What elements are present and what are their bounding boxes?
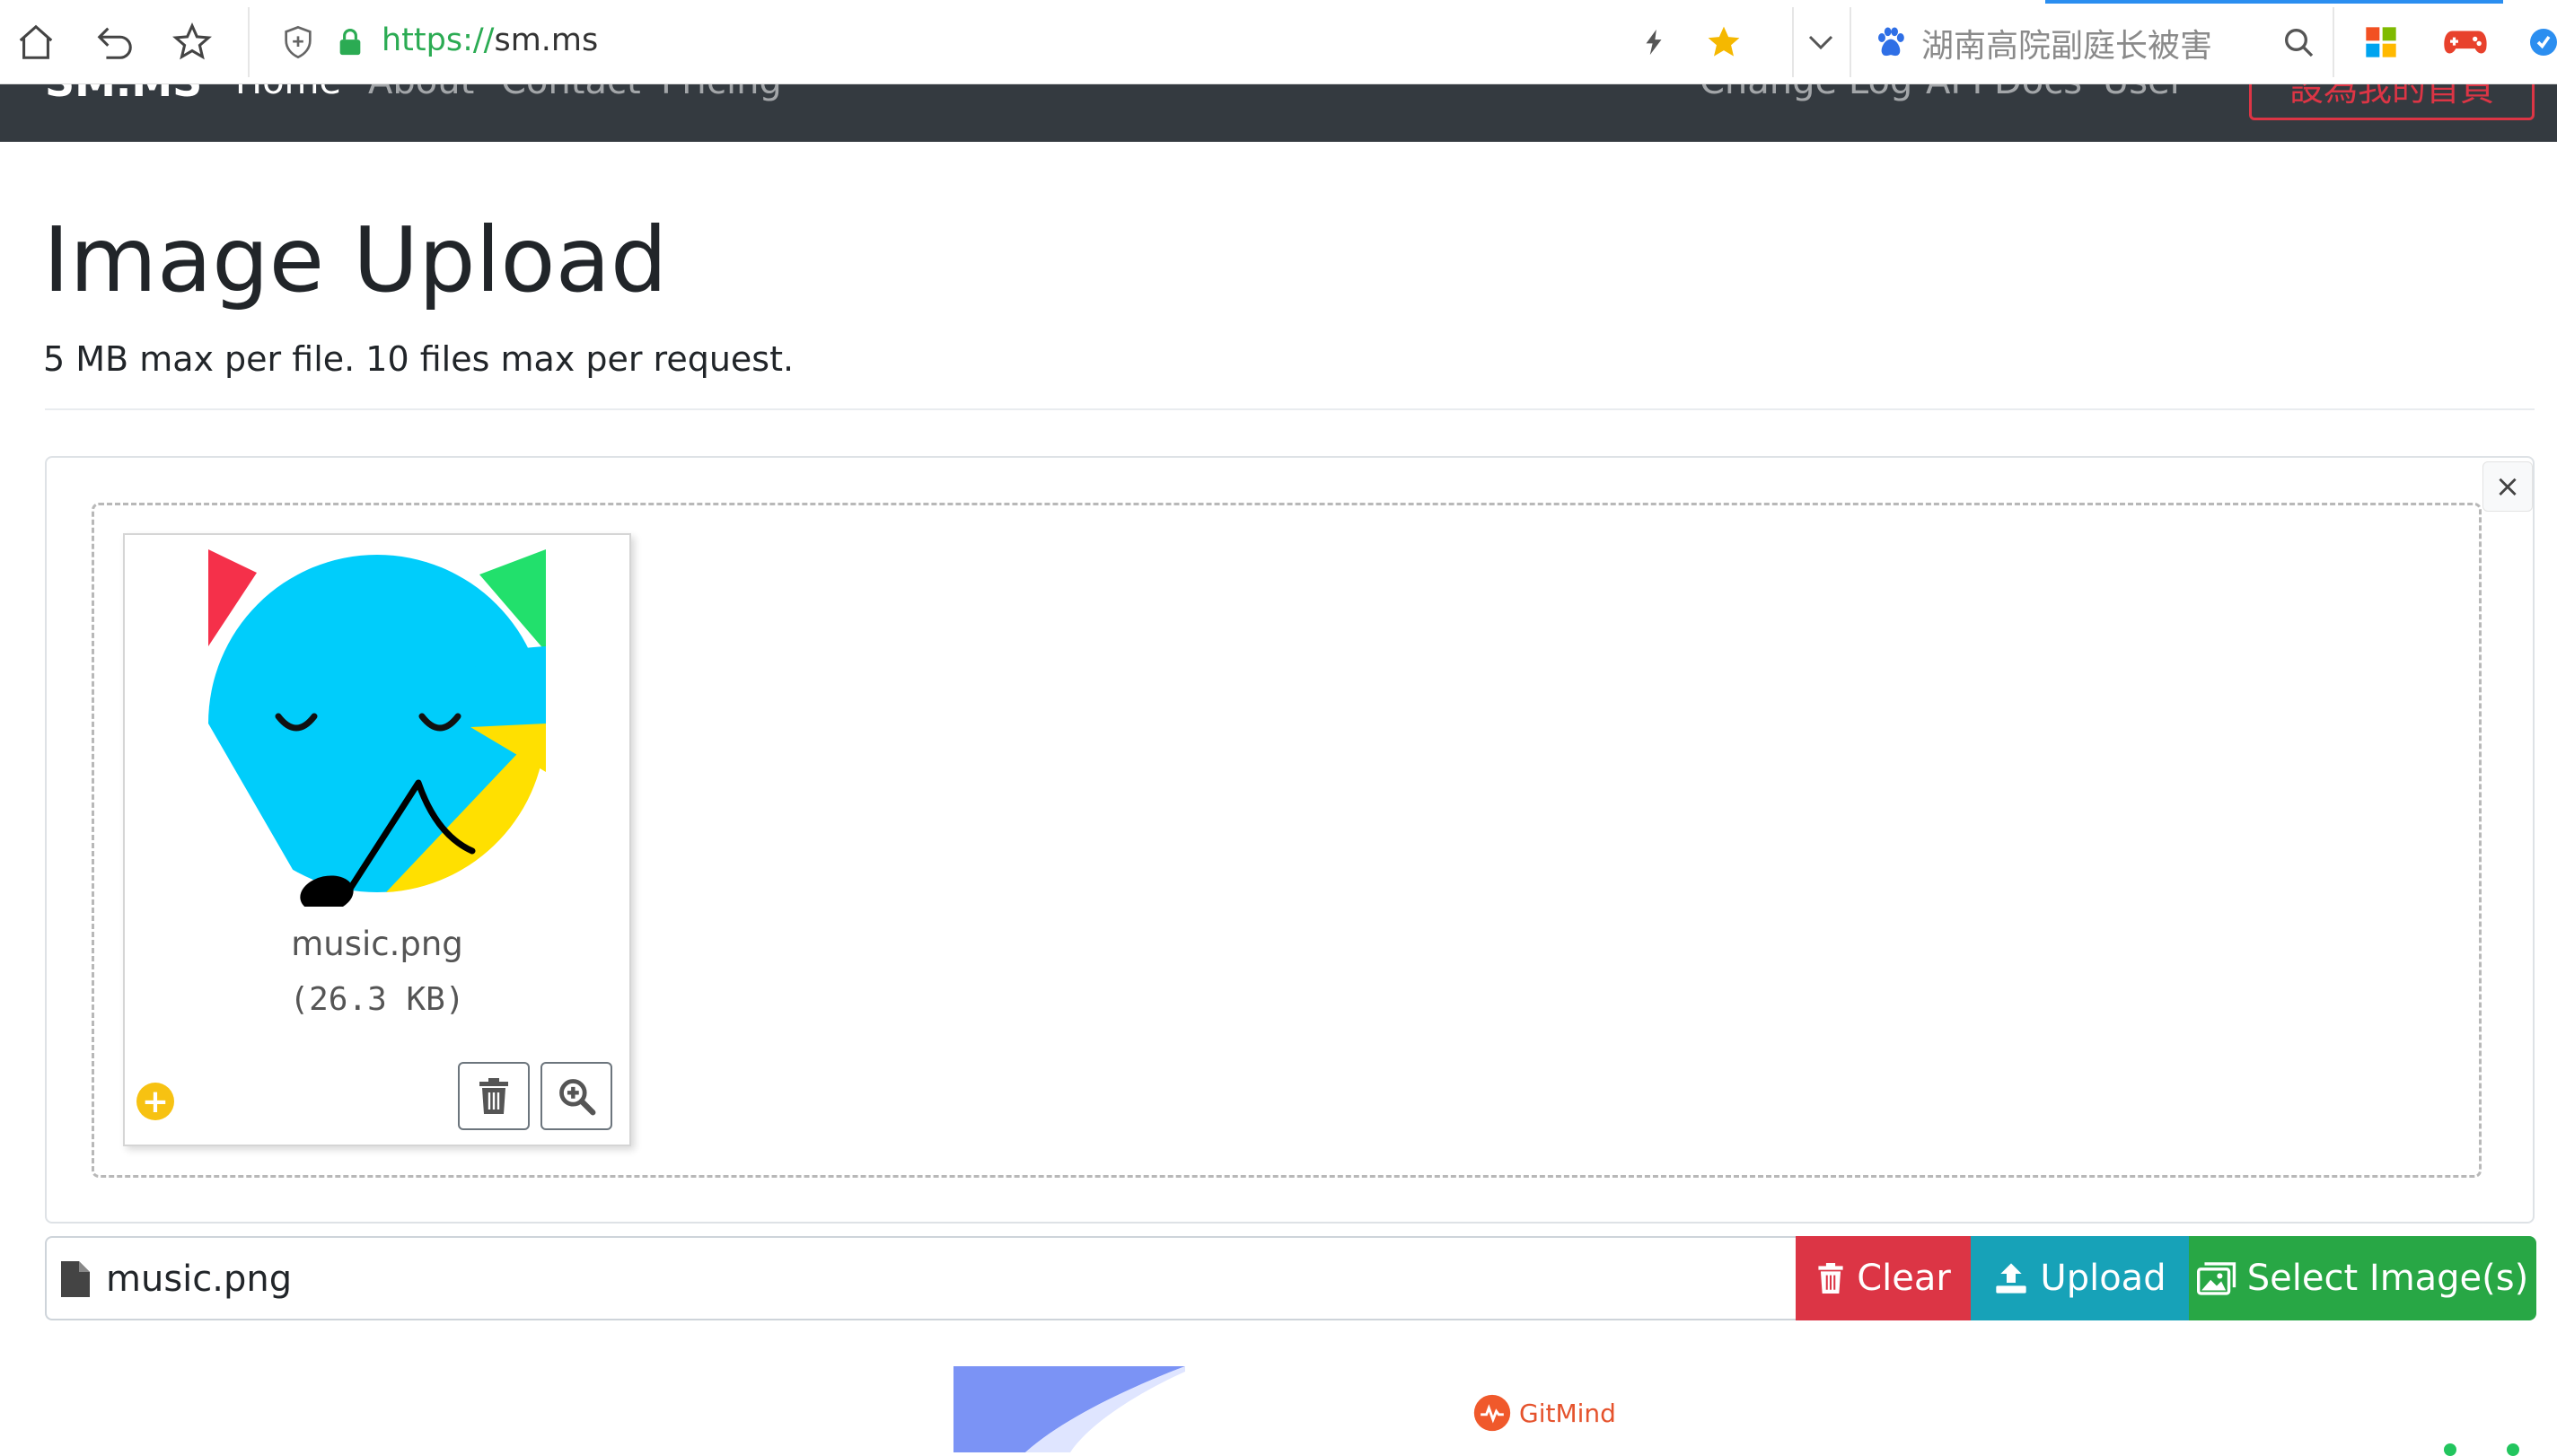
back-icon[interactable]: [92, 19, 138, 66]
nav-link-pricing[interactable]: Pricing: [661, 84, 782, 102]
search-box[interactable]: 湖南高院副庭长被害: [1921, 20, 2212, 66]
lightning-icon[interactable]: [1630, 19, 1677, 66]
toolbar-separator: [2333, 7, 2334, 77]
page-title: Image Upload: [43, 207, 668, 312]
favorite-star-icon[interactable]: [1700, 19, 1747, 66]
game-controller-icon[interactable]: [2442, 19, 2489, 66]
url-scheme: https://: [382, 22, 495, 58]
images-icon: [2196, 1262, 2236, 1295]
url-host: sm.ms: [494, 22, 599, 58]
select-images-button-label: Select Image(s): [2246, 1258, 2529, 1299]
trash-icon: [1818, 1263, 1843, 1294]
image-thumbnail: [201, 549, 560, 907]
clear-button-label: Clear: [1857, 1258, 1951, 1299]
page-subtitle: 5 MB max per file. 10 files max per requ…: [43, 339, 795, 379]
zoom-in-icon: [559, 1079, 596, 1116]
toolbar-separator: [248, 7, 250, 77]
shield-icon[interactable]: [275, 19, 321, 66]
search-icon[interactable]: [2275, 19, 2322, 66]
upload-icon: [1996, 1263, 2027, 1294]
toolbar-separator: [1792, 7, 1794, 77]
status-dot: [2444, 1443, 2456, 1456]
preview-file-size: (26.3 KB): [289, 981, 465, 1018]
gitmind-logo-icon: [1473, 1394, 1511, 1432]
nav-link-user[interactable]: User: [2103, 84, 2184, 102]
ad-banner-graphic[interactable]: [953, 1366, 1185, 1452]
file-input-field[interactable]: [45, 1236, 1796, 1320]
baidu-paw-icon: [1869, 19, 1912, 66]
nav-link-home[interactable]: Home: [235, 84, 341, 102]
site-brand[interactable]: SM.MS: [45, 84, 202, 106]
file-icon: [61, 1261, 90, 1297]
lock-icon: [328, 19, 373, 66]
home-icon[interactable]: [13, 19, 59, 66]
nav-link-contact[interactable]: Contact: [501, 84, 641, 102]
upload-button[interactable]: Upload: [1971, 1236, 2189, 1320]
site-navbar: SM.MS Home About Contact Pricing Change …: [0, 84, 2557, 142]
nav-link-about[interactable]: About: [368, 84, 474, 102]
add-more-icon[interactable]: +: [136, 1083, 174, 1120]
nav-link-change-log[interactable]: Change Log: [1700, 84, 1912, 102]
status-dot: [2507, 1443, 2519, 1456]
file-input-caption: music.png: [106, 1259, 293, 1300]
trash-icon: [479, 1078, 508, 1114]
remove-file-button[interactable]: [458, 1062, 530, 1130]
close-preview-button[interactable]: ×: [2482, 461, 2533, 512]
page-loading-indicator: [2045, 0, 2503, 4]
preview-file-name: music.png: [291, 925, 463, 963]
apps-grid-icon[interactable]: [2358, 19, 2404, 66]
gitmind-label: GitMind: [1519, 1398, 1616, 1428]
toolbar-separator: [1850, 7, 1851, 77]
zoom-preview-button[interactable]: [540, 1062, 612, 1130]
bookmark-star-icon[interactable]: [169, 19, 215, 66]
upload-button-label: Upload: [2040, 1258, 2166, 1299]
browser-toolbar: https://sm.ms 湖南高院副庭长被害: [0, 0, 2557, 84]
section-divider: [45, 408, 2535, 410]
clear-button[interactable]: Clear: [1796, 1236, 1971, 1320]
address-bar[interactable]: https://sm.ms: [382, 22, 598, 58]
gitmind-ad[interactable]: GitMind: [1472, 1393, 1616, 1433]
extension-icon[interactable]: [2525, 19, 2557, 66]
dropdown-chevron-icon[interactable]: [1797, 19, 1844, 66]
nav-cta-button[interactable]: 設為我的首頁: [2249, 84, 2535, 120]
select-images-button[interactable]: Select Image(s): [2189, 1236, 2536, 1320]
nav-link-api-docs[interactable]: API Docs: [1926, 84, 2082, 102]
